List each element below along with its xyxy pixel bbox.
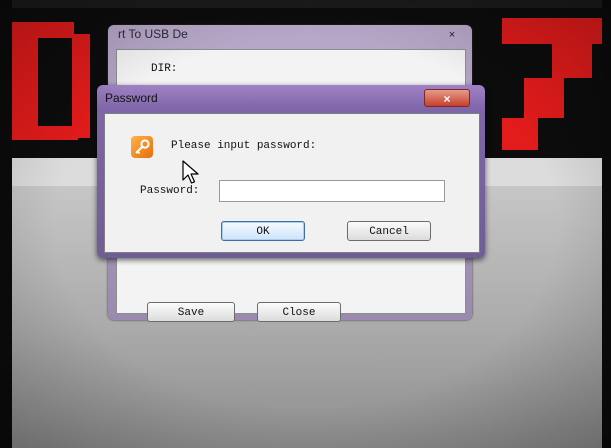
password-dialog: Password × Please input password: Passwo… (97, 85, 485, 258)
cancel-button[interactable]: Cancel (347, 221, 431, 241)
ok-button[interactable]: OK (221, 221, 305, 241)
close-icon[interactable]: × (424, 89, 470, 107)
dir-label: DIR: (151, 63, 178, 75)
led-digit-segment (38, 22, 74, 38)
monitor-bezel-left (0, 0, 12, 448)
led-digit-segment (524, 78, 564, 118)
password-prompt: Please input password: (171, 140, 317, 152)
mouse-pointer-icon (182, 160, 199, 184)
save-button[interactable]: Save (147, 302, 235, 322)
led-digit-segment (38, 126, 78, 140)
led-digit-segment (502, 118, 538, 150)
password-input[interactable] (219, 180, 445, 202)
photo-background: rt To USB De × DIR: Save Close Password … (0, 0, 611, 448)
close-icon[interactable]: × (444, 29, 460, 41)
key-icon (131, 136, 153, 158)
password-label: Password: (140, 185, 200, 197)
password-dialog-body: Please input password: Password: OK Canc… (104, 113, 480, 253)
led-digit-segment (12, 22, 38, 140)
monitor-bezel-right (602, 0, 611, 448)
export-window-title: rt To USB De (118, 27, 188, 41)
led-digit-segment (552, 44, 592, 78)
led-digit-segment (72, 34, 90, 138)
led-digit-segment (502, 18, 602, 44)
password-dialog-title: Password (105, 91, 158, 105)
close-button[interactable]: Close (257, 302, 341, 322)
